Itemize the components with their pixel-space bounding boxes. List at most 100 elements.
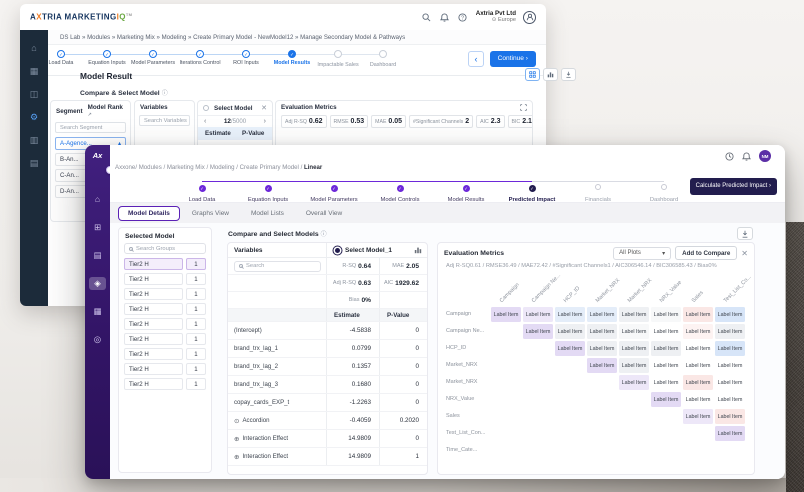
heatmap-cell[interactable]: Label Item — [587, 341, 617, 356]
heatmap-cell[interactable]: Label Item — [715, 307, 745, 322]
selected-model-row[interactable]: Tier2 H1 — [119, 303, 211, 315]
heatmap-cell[interactable]: Label Item — [587, 358, 617, 373]
docs-icon[interactable]: ▤ — [30, 159, 39, 168]
selected-model-row[interactable]: Tier2 H1 — [119, 348, 211, 360]
chart-view-icon[interactable] — [543, 68, 558, 81]
tab-model-details[interactable]: Model Details — [118, 205, 180, 221]
heatmap-cell[interactable]: Label Item — [651, 358, 681, 373]
heatmap-cell[interactable]: Label Item — [651, 341, 681, 356]
model-variable-row[interactable]: brand_trx_lag_1 0.0799 0 — [228, 340, 427, 358]
target-icon[interactable]: ◎ — [89, 333, 106, 346]
model-variable-row[interactable]: brand_trx_lag_2 0.1357 0 — [228, 358, 427, 376]
selected-model-row[interactable]: Tier2 H1 — [119, 288, 211, 300]
user-avatar[interactable] — [523, 10, 536, 24]
heatmap-cell[interactable]: Label Item — [523, 324, 553, 339]
heatmap-cell[interactable]: Label Item — [555, 341, 585, 356]
step-load-data[interactable]: ✓ Load Data — [38, 50, 84, 66]
variables-search-input[interactable]: Search Variables — [139, 115, 190, 126]
step-equation-inputs[interactable]: ✓ Equation Inputs — [84, 50, 130, 66]
model-variable-row[interactable]: ⊕ Interaction Effect 14.9809 0 — [228, 430, 427, 448]
calculate-predicted-impact-button[interactable]: Calculate Predicted Impact › — [689, 178, 777, 195]
settings-icon[interactable]: ⚙ — [30, 113, 38, 122]
selected-model-row[interactable]: Tier2 H1 — [119, 258, 211, 270]
user-avatar[interactable]: NM — [759, 150, 771, 162]
selected-model-row[interactable]: Tier2 H1 — [119, 318, 211, 330]
step-load-data[interactable]: ✓ Load Data — [174, 177, 230, 203]
heatmap-cell[interactable]: Label Item — [715, 426, 745, 441]
stepper-back-button[interactable]: ‹ — [468, 51, 484, 67]
heatmap-cell[interactable]: Label Item — [715, 392, 745, 407]
step-model-results[interactable]: ✓ Model Results — [269, 50, 315, 66]
step-predicted-impact[interactable]: ✓ Predicted Impact — [504, 177, 560, 203]
model-variable-row[interactable]: copay_cards_EXP_t -1.2263 0 — [228, 394, 427, 412]
plots-dropdown[interactable]: All Plots ▾ — [613, 246, 672, 260]
model-variable-row[interactable]: ⊕ Interaction Effect 14.9809 1 — [228, 448, 427, 466]
heatmap-cell[interactable]: Label Item — [587, 324, 617, 339]
groups-search-input[interactable]: Search Groups — [124, 243, 206, 254]
heatmap-cell[interactable]: Label Item — [683, 375, 713, 390]
continue-button[interactable]: Continue › — [489, 51, 536, 67]
list-icon[interactable]: ▤ — [89, 249, 106, 262]
heatmap-cell[interactable]: Label Item — [619, 375, 649, 390]
grid-icon[interactable]: ▦ — [89, 305, 106, 318]
selected-model-row[interactable]: Tier2 H1 — [119, 333, 211, 345]
breadcrumb[interactable]: Axxone/ Modules / Marketing Mix / Modeli… — [115, 164, 322, 171]
heatmap-cell[interactable]: Label Item — [715, 341, 745, 356]
heatmap-cell[interactable]: Label Item — [715, 324, 745, 339]
heatmap-cell[interactable]: Label Item — [619, 324, 649, 339]
download-icon[interactable] — [737, 227, 753, 240]
heatmap-cell[interactable]: Label Item — [683, 392, 713, 407]
heatmap-cell[interactable]: Label Item — [715, 409, 745, 424]
chart-icon[interactable]: ▥ — [30, 136, 39, 145]
heatmap-cell[interactable]: Label Item — [683, 358, 713, 373]
home-icon[interactable]: ⌂ — [31, 44, 36, 53]
grid-view-icon[interactable] — [525, 68, 540, 81]
add-to-compare-button[interactable]: Add to Compare — [675, 246, 738, 260]
step-model-controls[interactable]: ✓ Model Controls — [372, 177, 428, 203]
variables-search-input[interactable]: Search — [234, 260, 321, 272]
heatmap-cell[interactable]: Label Item — [715, 358, 745, 373]
heatmap-cell[interactable]: Label Item — [491, 307, 521, 322]
heatmap-cell[interactable]: Label Item — [683, 324, 713, 339]
apps-icon[interactable]: ▦ — [30, 67, 39, 76]
model-rank-column-header[interactable]: Model Rank ↗ — [88, 104, 125, 118]
step-model-results[interactable]: ✓ Model Results — [438, 177, 494, 203]
model-variable-row[interactable]: (Intercept) -4.5838 0 — [228, 322, 427, 340]
radio-icon[interactable] — [203, 105, 209, 111]
heatmap-cell[interactable]: Label Item — [619, 358, 649, 373]
selected-model-row[interactable]: Tier2 H1 — [119, 273, 211, 285]
prev-page-icon[interactable]: ‹ — [204, 118, 206, 125]
download-icon[interactable] — [561, 68, 576, 81]
expand-icon[interactable] — [520, 104, 527, 111]
breadcrumb[interactable]: DS Lab » Modules » Marketing Mix » Model… — [48, 30, 546, 45]
heatmap-cell[interactable]: Label Item — [587, 307, 617, 322]
step-equation-inputs[interactable]: ✓ Equation Inputs — [240, 177, 296, 203]
step-financials[interactable]: Financials — [570, 177, 626, 203]
selected-model-row[interactable]: Tier2 H1 — [119, 363, 211, 375]
heatmap-cell[interactable]: Label Item — [555, 307, 585, 322]
heatmap-cell[interactable]: Label Item — [555, 324, 585, 339]
dashboard-icon[interactable]: ⊞ — [89, 221, 106, 234]
heatmap-cell[interactable]: Label Item — [651, 375, 681, 390]
home-icon[interactable]: ⌂ — [89, 193, 106, 206]
model-variable-row[interactable]: brand_trx_lag_3 0.1680 0 — [228, 376, 427, 394]
heatmap-cell[interactable]: Label Item — [523, 307, 553, 322]
step-impactable-sales[interactable]: Impactable Sales — [315, 50, 361, 68]
search-icon[interactable] — [422, 12, 431, 22]
heatmap-cell[interactable]: Label Item — [619, 307, 649, 322]
diamond-icon[interactable]: ◈ — [89, 277, 106, 290]
heatmap-cell[interactable]: Label Item — [683, 307, 713, 322]
chart-icon[interactable] — [414, 246, 422, 254]
heatmap-cell[interactable]: Label Item — [683, 409, 713, 424]
close-icon[interactable]: ✕ — [741, 249, 748, 258]
next-page-icon[interactable]: › — [264, 118, 266, 125]
step-iterations-control[interactable]: ✓ Iterations Control — [177, 50, 223, 66]
tab-model-lists[interactable]: Model Lists — [241, 206, 294, 221]
step-model-parameters[interactable]: ✓ Model Parameters — [306, 177, 362, 203]
segment-search-input[interactable]: Search Segment — [55, 122, 126, 133]
heatmap-cell[interactable]: Label Item — [683, 341, 713, 356]
selected-model-row[interactable]: Tier2 H1 — [119, 378, 211, 390]
close-icon[interactable]: ✕ — [261, 104, 267, 112]
box-icon[interactable]: ◫ — [30, 90, 39, 99]
heatmap-cell[interactable]: Label Item — [619, 341, 649, 356]
